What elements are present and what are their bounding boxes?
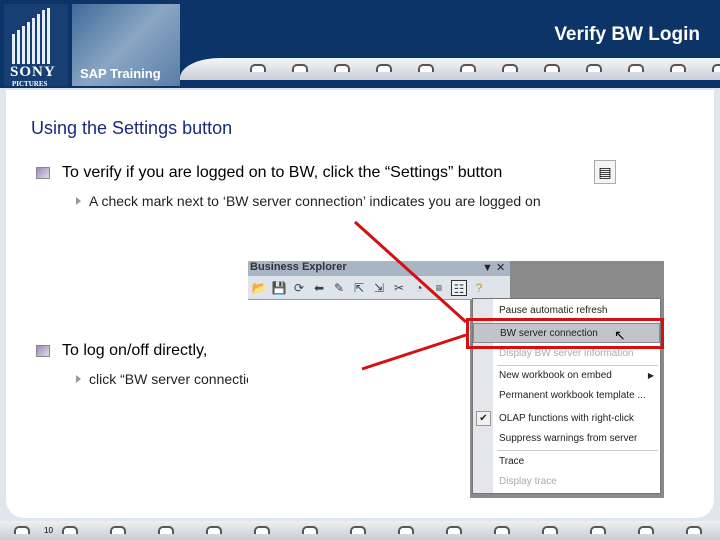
binder-hole [398, 526, 414, 534]
binder-hole [350, 526, 366, 534]
binder-hole [62, 526, 78, 534]
binder-hole [686, 526, 702, 534]
footer-strip [0, 521, 720, 540]
page-number: 10 [44, 526, 53, 535]
arrow-line-2 [361, 333, 467, 371]
binder-hole [254, 526, 270, 534]
arrow-line-1 [353, 220, 468, 324]
binder-hole [542, 526, 558, 534]
binder-hole [302, 526, 318, 534]
binder-hole [590, 526, 606, 534]
binder-hole [158, 526, 174, 534]
binder-hole [110, 526, 126, 534]
callout-arrows [353, 220, 468, 371]
binder-hole [206, 526, 222, 534]
binder-hole [446, 526, 462, 534]
binder-hole [494, 526, 510, 534]
binder-hole [14, 526, 30, 534]
binder-hole [638, 526, 654, 534]
